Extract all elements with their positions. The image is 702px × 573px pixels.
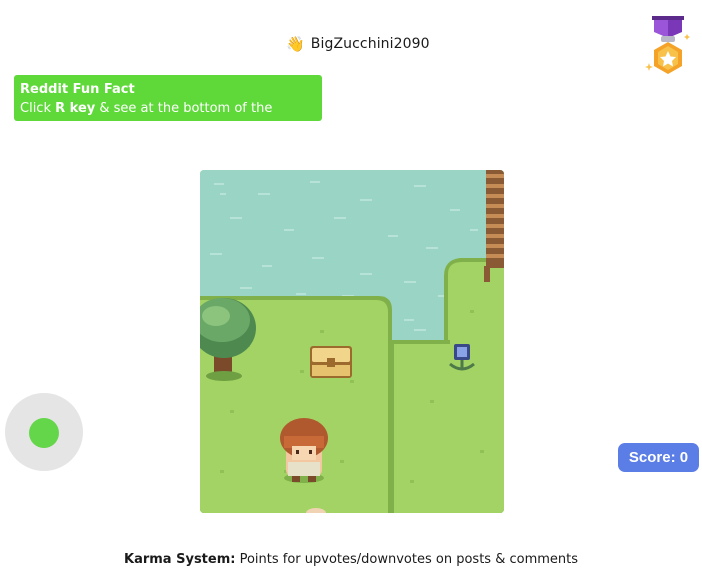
waving-hand-icon: 👋 [286,34,305,53]
joystick-knob[interactable] [29,418,59,448]
player-character[interactable] [280,418,328,483]
fun-fact-banner: Reddit Fun Fact Click R key & see at the… [14,75,322,135]
karma-system-caption: Karma System: Points for upvotes/downvot… [0,552,702,567]
virtual-joystick[interactable] [5,393,83,471]
karma-text: Points for upvotes/downvotes on posts & … [235,552,578,567]
r-key-label: R key [55,101,96,116]
username-label: BigZucchini2090 [310,36,430,52]
treasure-chest[interactable] [310,346,352,378]
fun-fact-text: Click R key & see at the bottom of the s… [20,101,273,135]
score-badge: Score: 0 [618,443,699,472]
fun-fact-title: Reddit Fun Fact [20,82,135,97]
karma-label: Karma System: [124,552,236,567]
medal-icon[interactable] [644,14,692,78]
game-canvas[interactable] [200,170,504,513]
player-name-banner: 👋 BigZucchini2090 [286,34,430,54]
